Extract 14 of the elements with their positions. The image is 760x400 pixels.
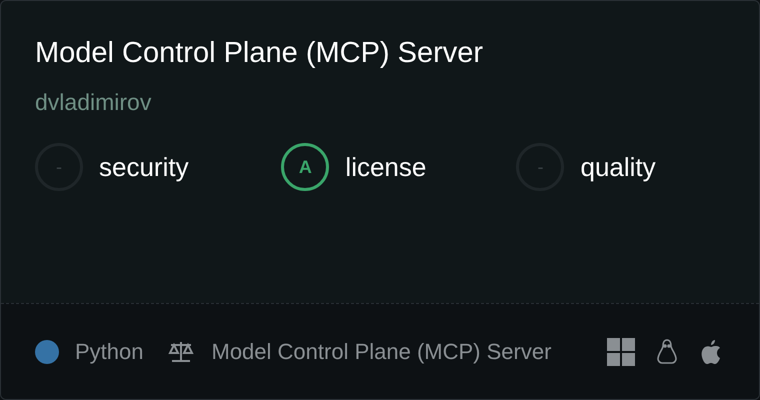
penguin-icon	[655, 338, 679, 366]
license-label: Model Control Plane (MCP) Server	[212, 338, 552, 366]
author-name[interactable]: dvladimirov	[35, 85, 725, 119]
card-title[interactable]: Model Control Plane (MCP) Server	[35, 33, 725, 73]
apple-icon	[699, 338, 723, 366]
score-label: security	[99, 150, 189, 184]
grade-badge: A	[281, 143, 330, 191]
score-label: license	[345, 150, 426, 184]
score-label: quality	[580, 150, 656, 184]
grade-badge: -	[516, 143, 564, 191]
windows-icon	[607, 338, 635, 366]
language-label: Python	[75, 338, 144, 366]
grade-badge: -	[35, 143, 83, 191]
scales-icon	[168, 340, 194, 364]
